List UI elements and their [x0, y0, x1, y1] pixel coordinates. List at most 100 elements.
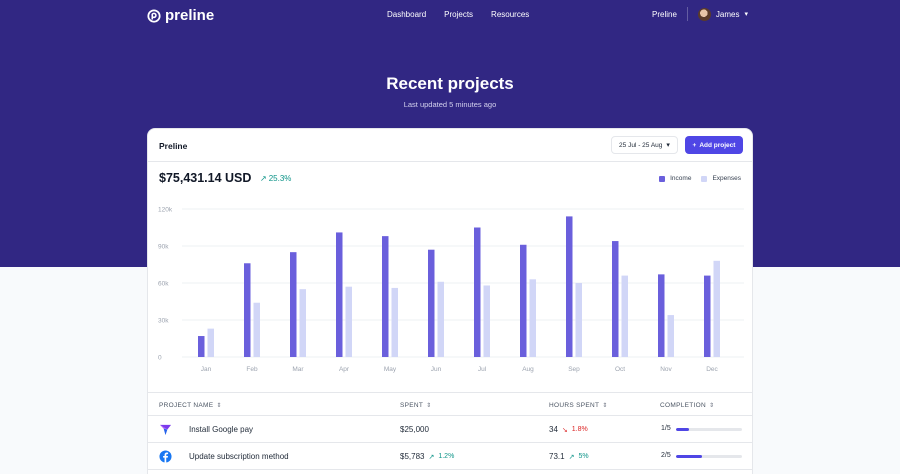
- x-tick-label: Apr: [339, 366, 350, 373]
- projects-card: Preline 25 Jul - 25 Aug ▾ + Add project …: [147, 128, 753, 474]
- x-tick-label: Mar: [292, 366, 304, 373]
- date-range-label: 25 Jul - 25 Aug: [619, 141, 663, 149]
- bar-income-oct: [612, 241, 619, 357]
- spent-cell: $5,783 ↗ 1.2%: [400, 452, 454, 461]
- x-tick-label: May: [384, 366, 397, 373]
- bar-expenses-apr: [345, 286, 352, 357]
- date-range-button[interactable]: 25 Jul - 25 Aug ▾: [611, 136, 678, 154]
- bar-expenses-aug: [529, 279, 536, 357]
- bar-income-nov: [658, 274, 665, 357]
- bar-income-aug: [520, 244, 527, 357]
- x-tick-label: Sep: [568, 366, 580, 373]
- nav-divider: [686, 7, 688, 21]
- completion-progress-bar: [676, 455, 742, 458]
- legend-item-income: Income: [659, 175, 691, 182]
- hours-trend: 1.8%: [571, 426, 588, 433]
- column-header-spent[interactable]: SPENT ⇕: [400, 402, 432, 409]
- column-label: PROJECT NAME: [159, 402, 214, 409]
- completion-value: 1/5: [661, 425, 671, 432]
- growth-value: 25.3%: [268, 174, 292, 183]
- bar-income-jul: [474, 227, 481, 357]
- completion-progress-bar: [676, 428, 742, 431]
- card-title: Preline: [159, 141, 188, 151]
- bar-expenses-may: [391, 287, 398, 357]
- sort-icon: ⇕: [602, 403, 608, 409]
- total-amount: $75,431.14 USD: [159, 171, 252, 185]
- preline-logo-icon: [147, 8, 161, 23]
- x-tick-label: Oct: [615, 366, 625, 373]
- page-title: Recent projects: [386, 74, 514, 93]
- spent-value: $5,783: [400, 452, 425, 461]
- user-menu[interactable]: James ▾: [697, 7, 748, 21]
- sort-icon: ⇕: [216, 403, 222, 409]
- facebook-icon: [159, 450, 172, 463]
- legend-label-income: Income: [670, 175, 692, 182]
- avatar: [697, 7, 711, 21]
- card-header: Preline 25 Jul - 25 Aug ▾ + Add project: [148, 129, 752, 162]
- y-tick-label: 0: [158, 355, 162, 362]
- project-name[interactable]: Update subscription method: [189, 452, 289, 461]
- x-tick-label: Jan: [201, 366, 212, 373]
- sort-icon: ⇕: [708, 403, 715, 409]
- project-name[interactable]: Install Google pay: [189, 425, 253, 434]
- trending-up-icon: ↗: [260, 174, 267, 183]
- chevron-down-icon: ▾: [744, 11, 748, 18]
- hours-value: 34: [549, 425, 558, 434]
- hours-value: 73.1: [549, 452, 565, 461]
- top-navigation: preline Dashboard Projects Resources Pre…: [0, 0, 900, 32]
- table-header: PROJECT NAME ⇕ SPENT ⇕ HOURS SPENT ⇕ COMPLE…: [148, 392, 752, 416]
- nav-link-resources[interactable]: Resources: [491, 10, 529, 19]
- legend-label-expenses: Expenses: [712, 175, 741, 182]
- spent-value: $25,000: [400, 425, 429, 434]
- plus-icon: +: [692, 141, 697, 149]
- x-tick-label: Dec: [706, 366, 718, 373]
- bar-expenses-jan: [207, 328, 214, 357]
- user-name: James: [715, 9, 740, 19]
- trending-up-icon: ↗: [428, 453, 435, 461]
- bar-income-dec: [704, 275, 711, 357]
- legend-swatch-expenses: [701, 175, 708, 182]
- bar-income-may: [382, 236, 389, 357]
- column-header-hours-spent[interactable]: HOURS SPENT ⇕: [549, 402, 608, 409]
- table-row[interactable]: Install Google pay $25,000 34 ↘ 1.8% 1/5: [148, 416, 752, 443]
- column-header-completion[interactable]: COMPLETION ⇕: [660, 402, 714, 409]
- x-tick-label: Nov: [660, 366, 672, 373]
- hours-cell: 73.1 ↗ 5%: [549, 452, 589, 461]
- bar-expenses-feb: [253, 302, 260, 357]
- hours-cell: 34 ↘ 1.8%: [549, 425, 588, 434]
- legend-swatch-income: [659, 175, 666, 182]
- workspace-link[interactable]: Preline: [652, 10, 677, 19]
- y-tick-label: 120k: [158, 207, 173, 214]
- nav-right: Preline James ▾: [652, 7, 748, 21]
- nav-link-projects[interactable]: Projects: [444, 10, 473, 19]
- add-project-label: Add project: [699, 141, 736, 149]
- add-project-button[interactable]: + Add project: [685, 136, 743, 154]
- bar-income-jan: [198, 336, 205, 357]
- nav-link-dashboard[interactable]: Dashboard: [387, 10, 426, 19]
- progress-fill: [676, 455, 703, 458]
- sort-icon: ⇕: [426, 403, 432, 409]
- trending-down-icon: ↘: [561, 426, 568, 434]
- x-tick-label: Aug: [522, 366, 534, 373]
- bar-income-sep: [566, 216, 573, 357]
- column-label: SPENT: [400, 402, 424, 409]
- y-tick-label: 30k: [158, 318, 169, 325]
- hours-trend: 5%: [578, 453, 589, 460]
- bar-income-jun: [428, 249, 435, 357]
- bar-income-feb: [244, 263, 251, 357]
- bar-expenses-oct: [621, 275, 628, 357]
- progress-fill: [676, 428, 690, 431]
- column-label: COMPLETION: [660, 402, 706, 409]
- column-label: HOURS SPENT: [549, 402, 600, 409]
- table-row[interactable]: Update subscription method $5,783 ↗ 1.2%…: [148, 443, 752, 470]
- x-tick-label: Jun: [431, 366, 442, 373]
- bar-expenses-nov: [667, 315, 674, 357]
- brand-logo[interactable]: preline: [147, 7, 214, 24]
- bar-expenses-dec: [713, 260, 720, 357]
- main-nav: Dashboard Projects Resources: [387, 10, 529, 19]
- x-tick-label: Jul: [478, 366, 487, 373]
- column-header-project-name[interactable]: PROJECT NAME ⇕: [159, 402, 222, 409]
- y-tick-label: 60k: [158, 281, 169, 288]
- projects-table: PROJECT NAME ⇕ SPENT ⇕ HOURS SPENT ⇕ COMPLE…: [148, 392, 752, 470]
- brand-name: preline: [165, 7, 215, 24]
